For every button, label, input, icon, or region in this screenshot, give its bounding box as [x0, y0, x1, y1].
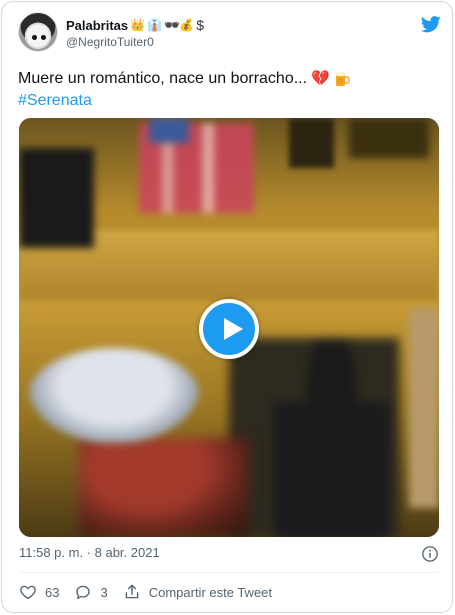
- video-frame-window: [19, 148, 94, 248]
- avatar[interactable]: [18, 12, 58, 52]
- tweet-text: Muere un romántico, nace un borracho... …: [18, 68, 438, 112]
- like-count: 63: [45, 584, 60, 600]
- author-handle[interactable]: @NegritoTuiter0: [66, 35, 204, 49]
- tweet-header: Palabritas 👑 👔 🕶 💰 $ @NegritoTuiter0: [18, 12, 441, 58]
- crown-emoji-icon: 👑: [130, 18, 146, 32]
- play-icon: [224, 318, 243, 340]
- video-frame-window: [349, 118, 429, 158]
- twitter-bird-icon[interactable]: [420, 14, 442, 34]
- author-names: Palabritas 👑 👔 🕶 💰 $ @NegritoTuiter0: [66, 16, 204, 50]
- reply-button[interactable]: 3: [74, 583, 108, 601]
- share-label: Compartir este Tweet: [148, 584, 273, 600]
- share-icon: [125, 584, 139, 599]
- info-icon[interactable]: [421, 545, 439, 563]
- tweet-card[interactable]: Palabritas 👑 👔 🕶 💰 $ @NegritoTuiter0 Mue…: [1, 1, 453, 613]
- tweet-actions: 63 3 Compartir este Tweet: [19, 582, 287, 602]
- reply-bubble-icon: [76, 585, 91, 600]
- broken-heart-emoji-icon: 💔: [311, 70, 330, 87]
- dollar-sign: $: [196, 17, 205, 33]
- play-button[interactable]: [199, 299, 259, 359]
- tweet-timestamp[interactable]: 11:58 p. m. · 8 abr. 2021: [19, 545, 160, 560]
- video-frame-pillar: [409, 308, 439, 508]
- money-bag-emoji-icon: 💰: [179, 18, 195, 32]
- video-frame-window: [149, 118, 189, 143]
- hashtag-link[interactable]: #Serenata: [18, 90, 92, 112]
- video-frame-mariachi-body: [79, 438, 249, 537]
- reply-count: 3: [100, 584, 108, 600]
- heart-icon: [20, 585, 36, 600]
- tweet-text-line: Muere un romántico, nace un borracho...: [18, 70, 308, 87]
- like-button[interactable]: 63: [19, 583, 59, 601]
- video-player[interactable]: [19, 118, 439, 537]
- divider: [19, 572, 439, 573]
- share-button[interactable]: Compartir este Tweet: [123, 583, 272, 601]
- video-frame-sombrero: [29, 348, 199, 443]
- beer-mug-emoji-icon: [334, 71, 350, 87]
- display-name-row[interactable]: Palabritas 👑 👔 🕶 💰 $: [66, 16, 204, 34]
- video-frame-window: [289, 118, 334, 168]
- tie-emoji-icon: 👔: [147, 18, 163, 32]
- video-frame-person: [274, 343, 389, 537]
- display-name[interactable]: Palabritas: [66, 18, 128, 33]
- sunglasses-emoji-icon: 🕶: [164, 18, 179, 32]
